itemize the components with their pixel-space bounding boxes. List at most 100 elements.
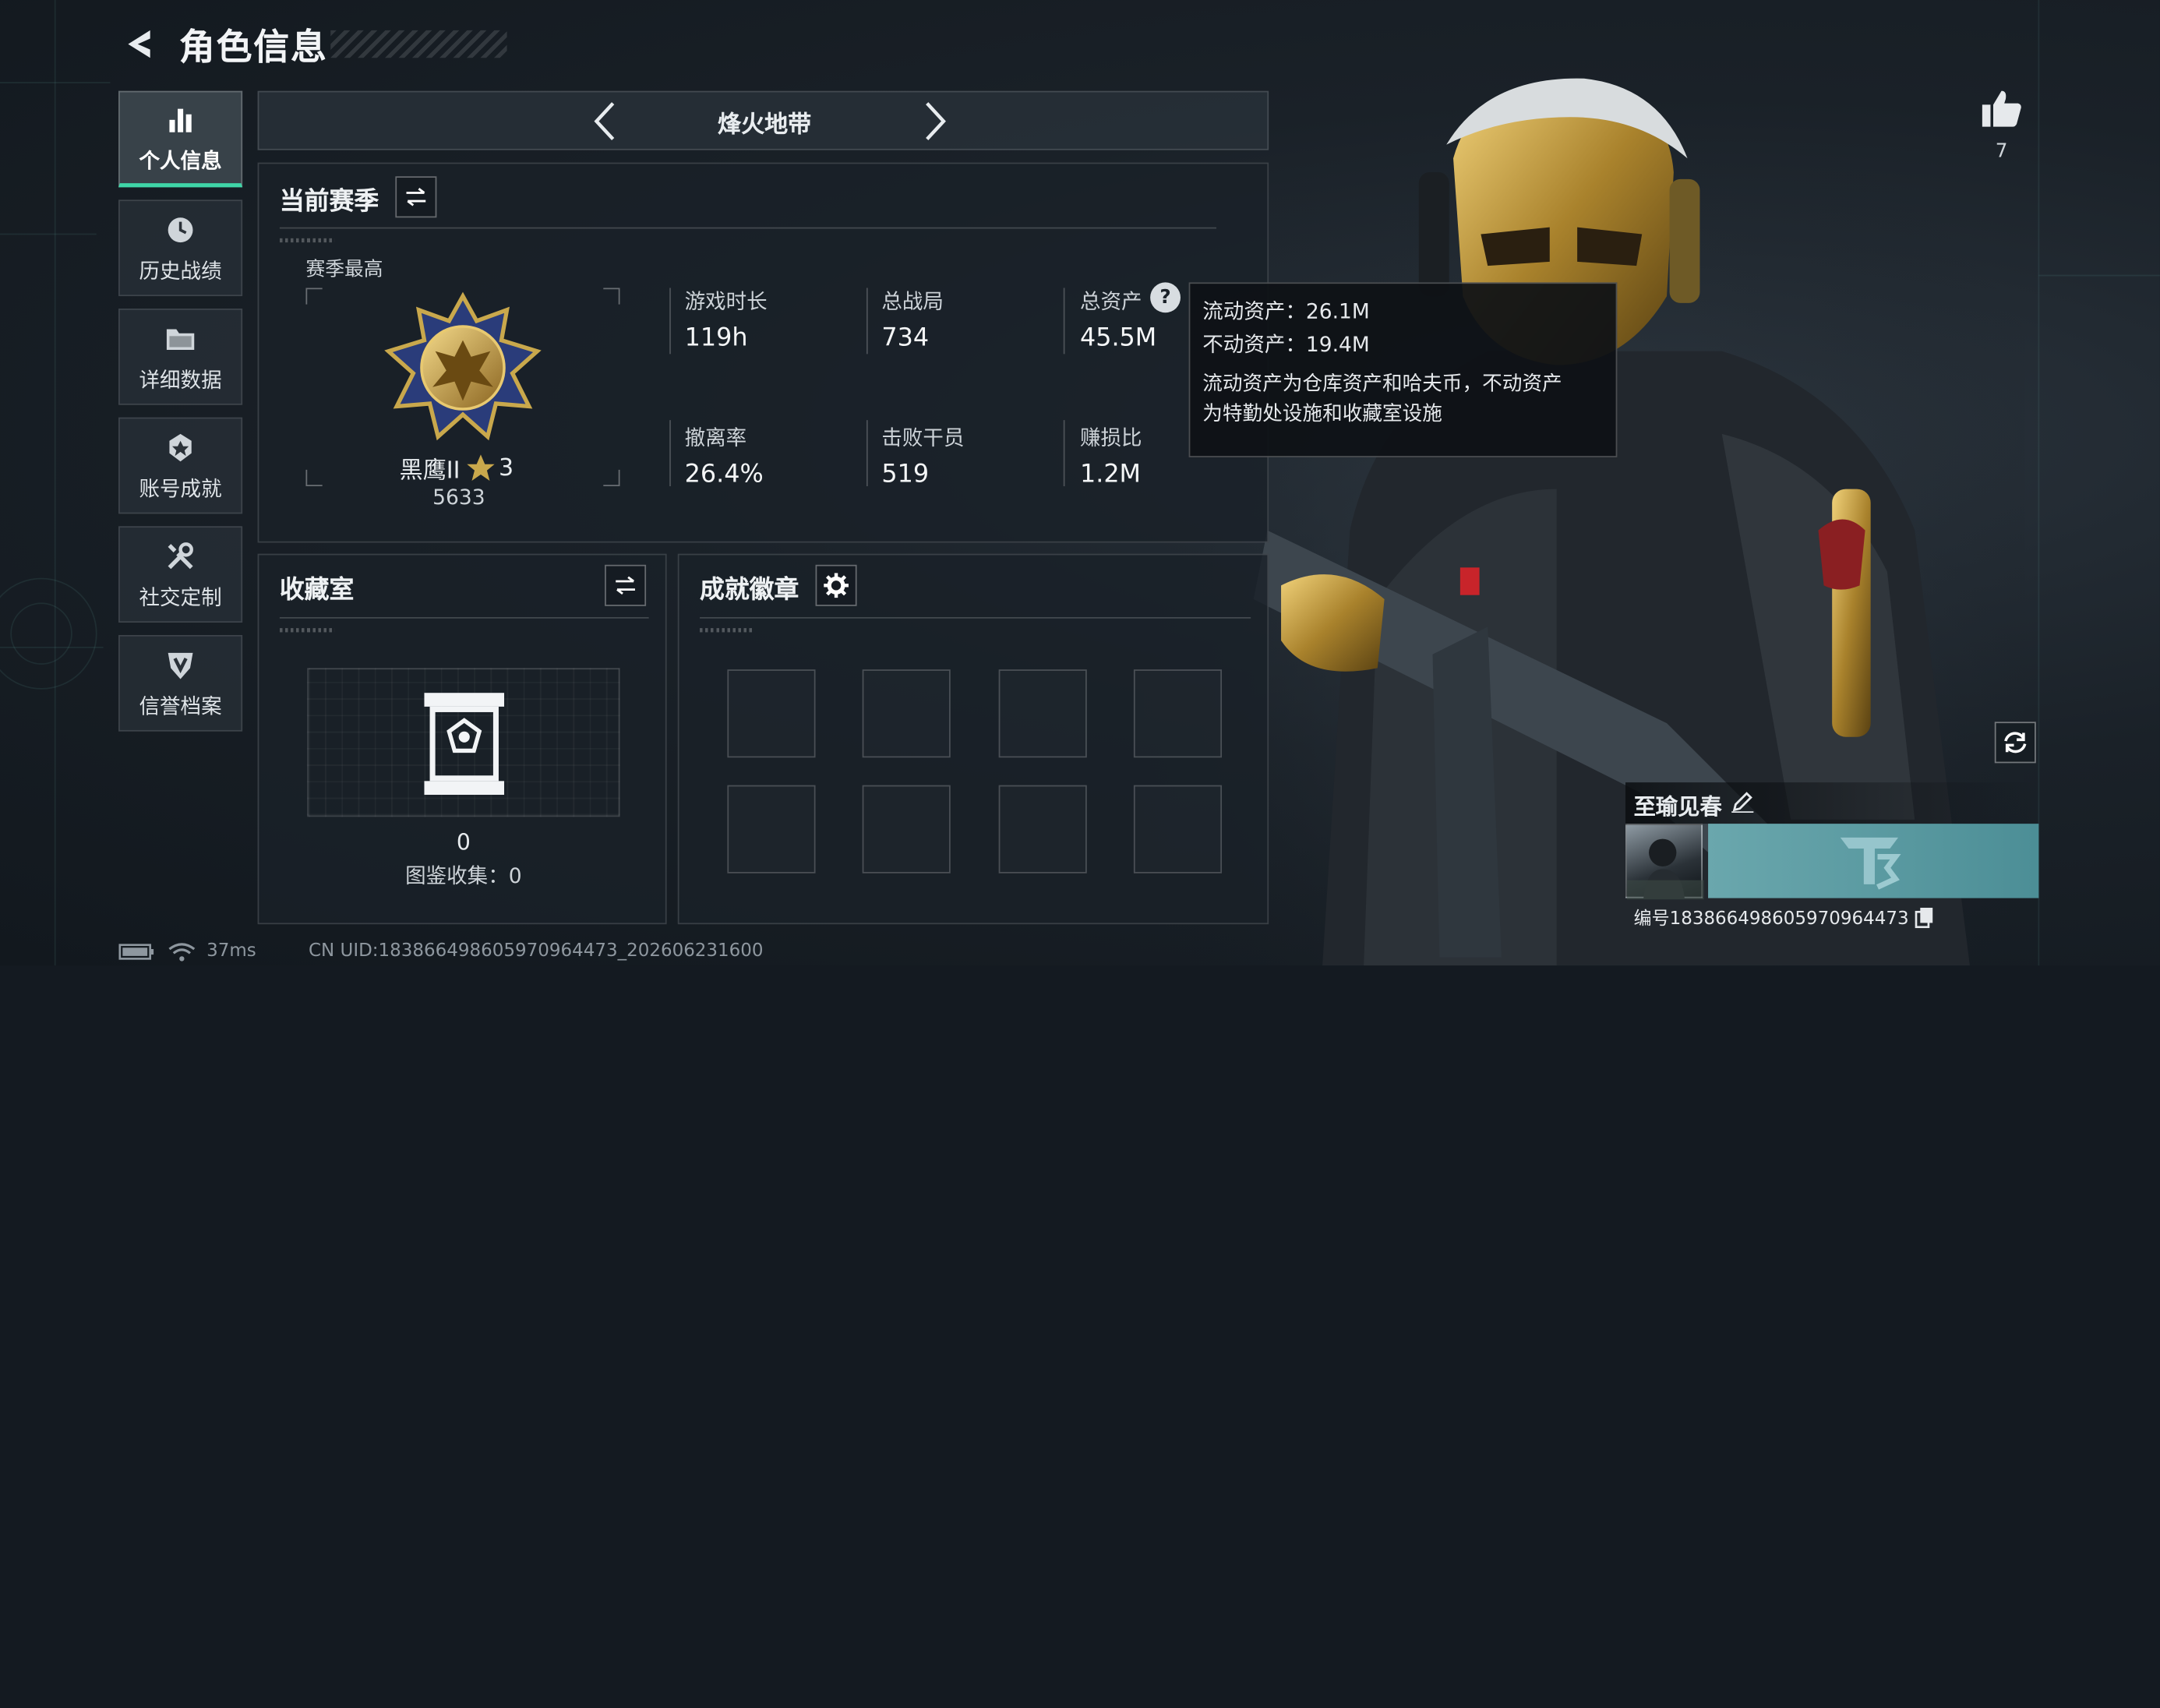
decor-dots	[700, 628, 755, 633]
game-screen: 角色信息 个人信息 历史战绩 详细数据 账号成就 社交定制 信誉档案 烽火地带 …	[0, 0, 2160, 966]
swap-season-button[interactable]	[395, 176, 437, 218]
swap-icon	[406, 188, 426, 206]
rank-points: 5633	[432, 485, 485, 510]
rank-caption: 赛季最高	[305, 259, 383, 281]
badge-slot[interactable]	[1133, 785, 1223, 873]
sidebar-item-label: 信誉档案	[139, 693, 222, 718]
like-count: 7	[1995, 140, 2008, 163]
player-id: 编号183866498605970964473	[1633, 909, 1909, 930]
decor-dots	[279, 628, 335, 633]
mode-label: 烽火地带	[718, 111, 812, 139]
badge-slot[interactable]	[862, 785, 951, 873]
frame-corner	[603, 288, 620, 305]
rank-stars: 3	[498, 453, 514, 482]
status-bar: 37ms CN UID:183866498605970964473_202606…	[118, 940, 764, 962]
history-icon	[163, 211, 199, 247]
refresh-button[interactable]	[1994, 722, 2036, 764]
divider	[866, 288, 868, 355]
profile-banner[interactable]	[1708, 824, 2039, 898]
stat-value: 45.5M	[1079, 323, 1157, 353]
page-title: 角色信息	[178, 26, 328, 69]
chevron-right-icon[interactable]	[915, 101, 956, 142]
stat-value: 26.4%	[684, 460, 764, 489]
swap-icon	[616, 576, 635, 595]
sidebar-item-social-custom[interactable]: 社交定制	[118, 526, 243, 623]
refresh-icon	[2004, 732, 2027, 753]
folder-icon	[163, 320, 199, 356]
sidebar-item-label: 个人信息	[139, 148, 222, 173]
divider	[1063, 288, 1065, 355]
help-icon[interactable]: ?	[1150, 282, 1181, 313]
badge-slot[interactable]	[727, 669, 816, 758]
sidebar-item-reputation[interactable]: 信誉档案	[118, 634, 243, 732]
like-button[interactable]: 7	[1975, 88, 2028, 163]
sidebar-item-history[interactable]: 历史战绩	[118, 199, 243, 297]
season-panel: 当前赛季 赛季最高 黑鹰II 3 5633 游戏时长 119h 总战局 734 …	[257, 162, 1269, 543]
sidebar-item-personal-info[interactable]: 个人信息	[118, 90, 243, 188]
edit-icon[interactable]	[1731, 791, 1754, 813]
gear-icon	[824, 573, 849, 598]
divider	[279, 227, 1216, 229]
title-decoration	[330, 30, 507, 58]
collection-title: 收藏室	[279, 575, 355, 605]
frame-corner	[305, 469, 323, 487]
stat-label: 总资产	[1079, 289, 1142, 315]
player-name: 至瑜见春	[1633, 793, 1722, 820]
bar-chart-icon	[163, 101, 199, 137]
stat-label: 赚损比	[1079, 425, 1142, 451]
fixed-assets: 不动资产：19.4M	[1202, 332, 1370, 357]
stat-label: 击败干员	[881, 425, 965, 451]
back-arrow-icon[interactable]	[122, 25, 160, 63]
sidebar-item-label: 详细数据	[139, 367, 222, 392]
stat-label: 总战局	[881, 289, 944, 315]
season-title: 当前赛季	[279, 187, 379, 217]
stat-value: 1.2M	[1079, 460, 1142, 489]
divider	[669, 288, 671, 355]
badge-slot[interactable]	[998, 785, 1087, 873]
badge-slot[interactable]	[727, 785, 816, 873]
copy-icon[interactable]	[1915, 905, 1934, 928]
badge-slot[interactable]	[998, 669, 1087, 758]
sidebar-item-label: 历史战绩	[139, 258, 222, 284]
stat-label: 游戏时长	[684, 289, 768, 315]
avatar[interactable]	[1625, 824, 1704, 900]
stat-value: 519	[881, 460, 930, 489]
liquid-assets: 流动资产：26.1M	[1202, 298, 1370, 324]
shield-icon	[163, 647, 199, 683]
badge-settings-button[interactable]	[815, 564, 857, 606]
uid-text: CN UID:183866498605970964473_20260623160…	[308, 940, 764, 962]
badge-slot[interactable]	[1133, 669, 1223, 758]
achievement-icon	[163, 429, 199, 465]
thumbs-up-icon	[1982, 90, 2021, 127]
divider	[866, 420, 868, 487]
sidebar-item-label: 社交定制	[139, 584, 222, 610]
tools-icon	[163, 538, 199, 573]
swap-collection-button[interactable]	[605, 564, 647, 606]
frame-corner	[305, 288, 323, 305]
tooltip-desc-line1: 流动资产为仓库资产和哈夫币，不动资产	[1202, 373, 1562, 396]
divider	[279, 616, 649, 619]
stat-label: 撤离率	[684, 425, 747, 451]
tooltip-desc-line2: 为特勤处设施和收藏室设施	[1202, 403, 1442, 426]
battery-icon	[118, 943, 154, 959]
profile-name-bar: 至瑜见春	[1625, 782, 2039, 824]
sidebar-item-achievements[interactable]: 账号成就	[118, 417, 243, 514]
collection-count: 0	[456, 829, 471, 856]
ping-text: 37ms	[206, 940, 256, 962]
rank-emblem-icon	[384, 291, 542, 441]
collection-panel: 收藏室 0 图鉴收集：0	[257, 553, 667, 925]
decor-dots	[279, 238, 335, 243]
badges-title: 成就徽章	[700, 575, 799, 605]
sidebar-item-label: 账号成就	[139, 475, 222, 501]
catalog-collection: 图鉴收集：0	[405, 863, 522, 889]
divider	[1063, 420, 1065, 487]
player-id-row: 编号183866498605970964473	[1634, 904, 1934, 930]
mode-selector: 烽火地带	[257, 90, 1269, 150]
wifi-icon	[168, 942, 196, 961]
rank-name: 黑鹰II	[399, 457, 461, 485]
stat-value: 734	[881, 323, 930, 353]
badge-slot[interactable]	[862, 669, 951, 758]
sidebar-item-detailed-data[interactable]: 详细数据	[118, 308, 243, 405]
top-bar: 角色信息	[122, 19, 328, 69]
star-icon	[467, 453, 495, 481]
